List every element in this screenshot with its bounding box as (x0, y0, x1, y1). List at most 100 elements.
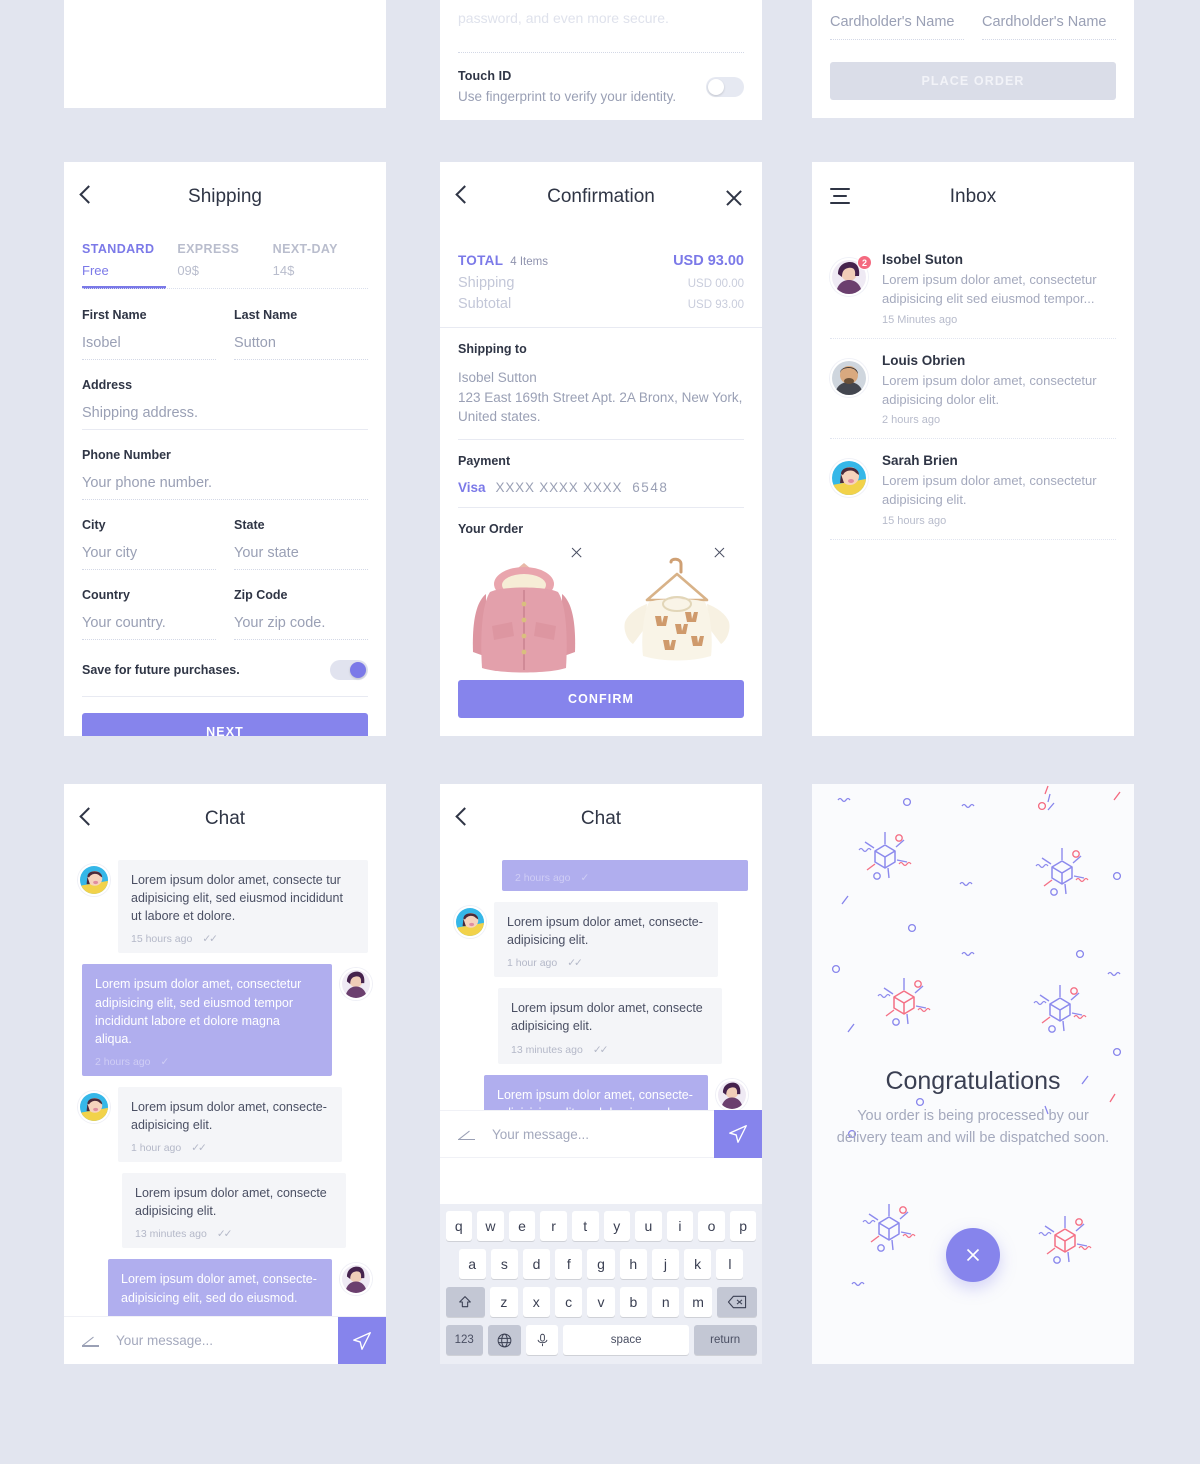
key-h[interactable]: h (619, 1249, 647, 1279)
key-l[interactable]: l (716, 1249, 744, 1279)
phone-input[interactable]: Your phone number. (82, 475, 368, 500)
shipping-navbar: Shipping (64, 162, 386, 238)
tab-next-day[interactable]: NEXT-DAY 14$ (273, 242, 368, 289)
last-name-group: Last Name Sutton (234, 308, 368, 360)
last-name-field[interactable]: Cardholder's Name (982, 14, 1116, 40)
key-x[interactable]: x (522, 1287, 550, 1317)
key-w[interactable]: w (477, 1211, 504, 1241)
remove-item-icon[interactable] (570, 546, 583, 559)
confirm-button[interactable]: CONFIRM (458, 680, 744, 718)
numbers-key[interactable]: 123 (445, 1325, 483, 1355)
key-j[interactable]: j (651, 1249, 680, 1279)
congratulations-body: You order is being processed by our deli… (836, 1108, 1110, 1146)
toggle-knob (708, 78, 724, 95)
shift-key[interactable] (445, 1287, 486, 1317)
message-time: 15 hours ago (131, 933, 193, 946)
return-key[interactable]: return (693, 1325, 757, 1355)
state-label: State (234, 517, 265, 532)
first-name-input[interactable]: Isobel (82, 335, 216, 360)
key-v[interactable]: v (587, 1287, 615, 1317)
last-name-label: Last Name (982, 0, 1116, 1)
backspace-key[interactable] (716, 1287, 757, 1317)
first-name-label: First Name (82, 307, 147, 322)
zip-input[interactable]: Your zip code. (234, 615, 368, 640)
key-k[interactable]: k (684, 1249, 712, 1279)
first-name-field[interactable]: Cardholder's Name (830, 14, 964, 40)
list-item[interactable]: Sarah Brien Lorem ipsum dolor amet, cons… (812, 439, 1134, 539)
tab-standard[interactable]: STANDARD Free (82, 242, 177, 289)
chat-composer: Your message... (64, 1316, 386, 1364)
key-d[interactable]: d (522, 1249, 551, 1279)
chat-bubble[interactable]: Lorem ipsum dolor amet, consecte tur adi… (118, 860, 368, 954)
message-text: Lorem ipsum dolor amet, consecte adipisi… (135, 1186, 327, 1219)
key-b[interactable]: b (619, 1287, 648, 1317)
total-label: TOTAL (458, 253, 504, 268)
country-input[interactable]: Your country. (82, 615, 216, 640)
screens-board: password, and even more secure. Touch ID… (0, 0, 1200, 1464)
address-input[interactable]: Shipping address. (82, 405, 368, 430)
state-input[interactable]: Your state (234, 545, 368, 570)
attachment-icon[interactable] (82, 1332, 100, 1350)
key-t[interactable]: t (571, 1211, 599, 1241)
globe-key[interactable] (487, 1325, 521, 1355)
payment-card-row[interactable]: Visa XXXX XXXX XXXX 6548 (458, 480, 744, 507)
key-q[interactable]: q (445, 1211, 473, 1241)
key-s[interactable]: s (490, 1249, 518, 1279)
close-fab-button[interactable] (946, 1228, 1000, 1282)
list-item[interactable]: 2 Isobel Suton Lorem ipsum dolor amet, c… (812, 238, 1134, 338)
key-c[interactable]: c (554, 1287, 583, 1317)
chat-bubble[interactable]: Lorem ipsum dolor amet, consecte-adipisi… (494, 902, 718, 978)
key-z[interactable]: z (490, 1287, 518, 1317)
key-r[interactable]: r (540, 1211, 567, 1241)
chat-bubble[interactable]: Lorem ipsum dolor amet, consecte adipisi… (498, 988, 722, 1064)
next-button[interactable]: NEXT (82, 712, 368, 736)
screen-chat-keyboard: Chat 2 hours ago ✓ Lorem ipsum dolor amet… (440, 784, 762, 1364)
message-row-incoming: Lorem ipsum dolor amet, consecte-adipisi… (440, 902, 762, 978)
message-time: 1 hour ago (507, 957, 558, 970)
address-label: Address (82, 377, 133, 392)
touch-id-section: password, and even more secure. Touch ID… (440, 10, 762, 120)
chat-bubble[interactable]: 2 hours ago ✓ (502, 860, 748, 891)
shipping-to-section: Shipping to Isobel Sutton 123 East 169th… (440, 328, 762, 439)
key-p[interactable]: p (729, 1211, 757, 1241)
key-o[interactable]: o (698, 1211, 725, 1241)
key-u[interactable]: u (635, 1211, 662, 1241)
key-f[interactable]: f (555, 1249, 583, 1279)
attachment-icon[interactable] (458, 1125, 476, 1143)
chat-bubble[interactable]: Lorem ipsum dolor amet, consecte adipisi… (122, 1173, 346, 1249)
send-button[interactable] (338, 1316, 386, 1364)
chat-messages: 2 hours ago ✓ Lorem ipsum dolor amet, con… (440, 860, 762, 1150)
tab-express-label: EXPRESS (177, 242, 240, 256)
close-icon[interactable] (724, 188, 744, 208)
page-title: Confirmation (547, 186, 655, 207)
touch-id-toggle[interactable] (706, 76, 744, 97)
page-title: Shipping (188, 186, 262, 207)
chat-bubble[interactable]: Lorem ipsum dolor amet, consectetur adip… (82, 964, 332, 1076)
place-order-button[interactable]: PLACE ORDER (830, 62, 1116, 100)
key-m[interactable]: m (684, 1287, 712, 1317)
chat-bubble[interactable]: Lorem ipsum dolor amet, consecte-adipisi… (118, 1086, 342, 1163)
globe-icon (497, 1333, 512, 1347)
space-key[interactable]: space (563, 1325, 689, 1355)
city-state-row: City Your city State Your state (82, 518, 368, 570)
card-last4: 6548 (632, 479, 669, 495)
city-input[interactable]: Your city (82, 545, 216, 570)
microphone-key[interactable] (525, 1325, 559, 1355)
message-input[interactable]: Your message... (492, 1127, 714, 1142)
key-i[interactable]: i (666, 1211, 694, 1241)
key-e[interactable]: e (508, 1211, 536, 1241)
chat-navbar: Chat (440, 784, 762, 860)
save-toggle[interactable] (330, 659, 368, 680)
key-n[interactable]: n (652, 1287, 680, 1317)
tab-express[interactable]: EXPRESS 09$ (177, 242, 272, 289)
send-button[interactable] (714, 1110, 762, 1158)
avatar (716, 1078, 748, 1111)
read-receipt-icon: ✓✓ (567, 957, 583, 970)
key-y[interactable]: y (603, 1211, 631, 1241)
message-text: Lorem ipsum dolor amet, consectetur adip… (95, 977, 302, 1046)
key-a[interactable]: a (458, 1249, 486, 1279)
key-g[interactable]: g (587, 1249, 615, 1279)
message-input[interactable]: Your message... (116, 1333, 338, 1348)
list-item[interactable]: Louis Obrien Lorem ipsum dolor amet, con… (812, 339, 1134, 439)
last-name-input[interactable]: Sutton (234, 335, 368, 360)
